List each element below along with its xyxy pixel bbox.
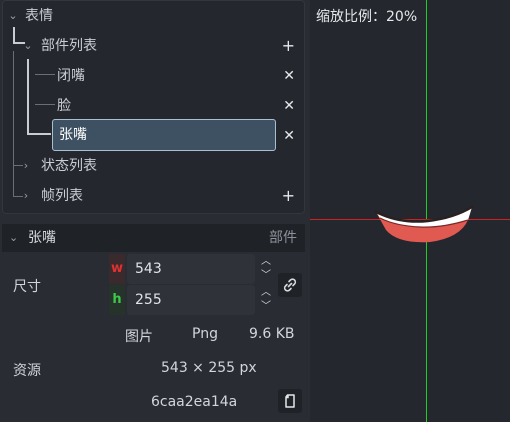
resource-dimensions: 543 × 255 px xyxy=(161,360,257,376)
height-increment-button[interactable]: ︿ xyxy=(259,287,273,299)
height-field[interactable]: 255 xyxy=(127,285,255,315)
part-item-label: 闭嘴 xyxy=(57,68,85,84)
image-file-size: 9.6 KB xyxy=(249,326,295,342)
tree-root-row[interactable]: ⌄ 表情 xyxy=(3,2,303,30)
tree-states-label: 状态列表 xyxy=(41,158,97,174)
chevron-down-icon[interactable]: ⌄ xyxy=(9,224,18,252)
link-icon xyxy=(283,278,297,292)
add-part-button[interactable]: + xyxy=(282,32,295,60)
tree-frames-label: 帧列表 xyxy=(41,188,83,204)
width-field[interactable]: 543 xyxy=(127,254,255,284)
properties-kind: 部件 xyxy=(269,230,297,246)
chevron-down-icon[interactable]: ⌄ xyxy=(6,2,20,30)
add-frame-button[interactable]: + xyxy=(282,182,295,210)
tree-panel: ⌄ 表情 ⌄ 部件列表 + 闭嘴 ✕ 脸 ✕ 张嘴 ✕ › 状态列表 › 帧列表… xyxy=(2,0,305,214)
document-icon xyxy=(285,394,295,408)
resource-hash: 6caa2ea14a xyxy=(151,394,238,410)
part-item-label: 脸 xyxy=(57,98,71,114)
height-decrement-button[interactable]: ﹀ xyxy=(259,301,273,313)
chevron-right-icon[interactable]: › xyxy=(19,152,33,180)
image-label: 图片 xyxy=(125,329,153,345)
mouth-sprite xyxy=(374,205,474,243)
delete-part-button[interactable]: ✕ xyxy=(283,122,295,150)
delete-part-button[interactable]: ✕ xyxy=(283,62,295,90)
tree-states-row[interactable]: › 状态列表 xyxy=(3,152,303,180)
height-tag: h xyxy=(109,285,125,315)
chevron-right-icon[interactable]: › xyxy=(19,182,33,210)
properties-title: 张嘴 xyxy=(28,230,56,246)
image-format: Png xyxy=(192,326,218,342)
width-tag: w xyxy=(109,254,125,284)
chevron-down-icon[interactable]: ⌄ xyxy=(21,32,35,60)
tree-parts-row[interactable]: ⌄ 部件列表 + xyxy=(3,32,303,60)
properties-header[interactable]: ⌄ 张嘴 部件 xyxy=(2,224,305,252)
zoom-indicator: 缩放比例：20% xyxy=(316,9,418,25)
width-increment-button[interactable]: ︿ xyxy=(259,256,273,268)
preview-canvas[interactable]: 缩放比例：20% xyxy=(310,0,510,422)
tree-part-item[interactable]: 闭嘴 ✕ xyxy=(3,62,303,90)
left-panel: ⌄ 表情 ⌄ 部件列表 + 闭嘴 ✕ 脸 ✕ 张嘴 ✕ › 状态列表 › 帧列表… xyxy=(0,0,310,422)
tree-parts-label: 部件列表 xyxy=(41,38,97,54)
delete-part-button[interactable]: ✕ xyxy=(283,92,295,120)
copy-resource-button[interactable] xyxy=(278,389,302,413)
tree-part-item-selected: ✕ xyxy=(3,122,303,150)
tree-root-label: 表情 xyxy=(25,8,53,24)
tree-frames-row[interactable]: › 帧列表 + xyxy=(3,182,303,210)
height-value: 255 xyxy=(135,292,162,308)
tree-part-item[interactable]: 脸 ✕ xyxy=(3,92,303,120)
width-decrement-button[interactable]: ﹀ xyxy=(259,270,273,282)
size-label: 尺寸 xyxy=(13,279,41,295)
resource-label: 资源 xyxy=(13,363,41,379)
link-aspect-button[interactable] xyxy=(278,273,302,297)
width-value: 543 xyxy=(135,261,162,277)
